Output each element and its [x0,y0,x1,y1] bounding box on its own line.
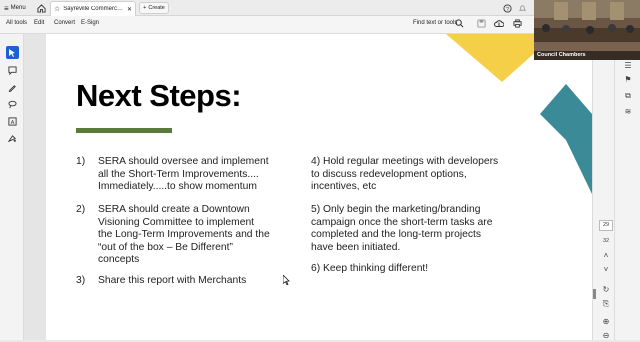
slide-title: Next Steps: [76,78,242,113]
step-text: SERA should oversee and implement all th… [98,156,269,192]
create-tab-button[interactable]: + Create [139,2,169,14]
close-icon[interactable]: ✕ [127,6,132,13]
plus-icon: + [143,5,147,11]
slide-page: Next Steps: 1) SERA should oversee and i… [46,34,592,340]
stamp-icon[interactable] [6,132,19,145]
upload-icon[interactable] [494,19,505,29]
document-tab[interactable]: ☆ Sayreville Commercial R... ✕ [50,1,136,16]
menu-label: Menu [10,5,26,11]
all-tools-button[interactable]: All tools [6,20,27,26]
bookmark-icon[interactable]: ⚑ [622,74,634,86]
document-viewport[interactable]: Next Steps: 1) SERA should oversee and i… [24,34,592,340]
home-icon[interactable] [37,2,46,14]
left-tool-rail: A [0,34,24,340]
step-3: 3) Share this report with Merchants [76,275,306,289]
page-thumbnails-icon[interactable]: ⧉ [622,90,634,102]
search-icon[interactable] [454,19,464,29]
step-number: 3) [76,275,86,286]
comments-panel-icon[interactable]: ☰ [622,60,634,72]
step-text: Share this report with Merchants [98,275,247,286]
fit-page-icon[interactable]: ⎘ [600,298,612,310]
convert-button[interactable]: Convert [54,20,75,26]
teal-stripe [540,84,592,140]
hamburger-icon: ≡ [4,3,9,13]
svg-text:A: A [11,120,15,126]
page-down-icon[interactable]: ˅ [600,264,612,276]
edit-button[interactable]: Edit [34,20,44,26]
print-icon[interactable] [512,19,522,29]
notifications-icon[interactable] [518,2,527,14]
lasso-icon[interactable] [6,98,19,111]
total-pages: 32 [602,238,610,244]
current-page-box[interactable]: 29 [599,220,613,231]
layers-icon[interactable]: ≋ [622,106,634,118]
svg-text:?: ? [506,6,509,12]
help-icon[interactable]: ? [503,2,512,14]
mouse-cursor-icon [283,275,290,285]
step-4: 4) Hold regular meetings with developers… [311,156,499,192]
step-2: 2) SERA should create a Downtown Visioni… [76,204,306,270]
step-number: 1) [76,156,86,167]
zoom-out-icon[interactable]: ⊖ [600,330,612,342]
step-text: SERA should create a Downtown Visioning … [98,204,270,265]
find-text-or-tools-button[interactable]: Find text or tools [413,20,457,26]
esign-button[interactable]: E-Sign [81,20,99,26]
pen-draw-icon[interactable] [6,81,19,94]
save-icon[interactable] [476,19,486,29]
tab-title: Sayreville Commercial R... [63,6,124,12]
right-panel-rail: ☰ ⚑ ⧉ ≋ [614,16,640,340]
video-caption: Council Chambers [534,51,640,60]
step-6: 6) Keep thinking different! [311,263,429,274]
teal-stripe-lower [566,140,592,194]
title-underline-bar [76,128,172,133]
star-icon[interactable]: ☆ [54,5,60,13]
create-label: Create [148,5,165,11]
add-comment-icon[interactable] [6,64,19,77]
scrollbar-thumb[interactable] [593,289,596,299]
top-toolbar: All tools Edit Convert E-Sign Find text … [0,16,534,34]
council-chambers-video: Council Chambers [534,0,640,60]
zoom-in-icon[interactable]: ⊕ [600,316,612,328]
step-number: 2) [76,204,86,215]
rotate-icon[interactable]: ↻ [600,284,612,296]
menu-button[interactable]: ≡ Menu [4,2,26,14]
text-box-icon[interactable]: A [6,115,19,128]
page-up-icon[interactable]: ˄ [600,250,612,262]
step-5: 5) Only begin the marketing/branding cam… [311,204,493,253]
step-1: 1) SERA should oversee and implement all… [76,156,306,196]
select-cursor-icon[interactable] [6,46,19,59]
page-navigation-rail: 29 32 ˄ ˅ ↻ ⎘ ⊕ ⊖ [592,34,614,340]
